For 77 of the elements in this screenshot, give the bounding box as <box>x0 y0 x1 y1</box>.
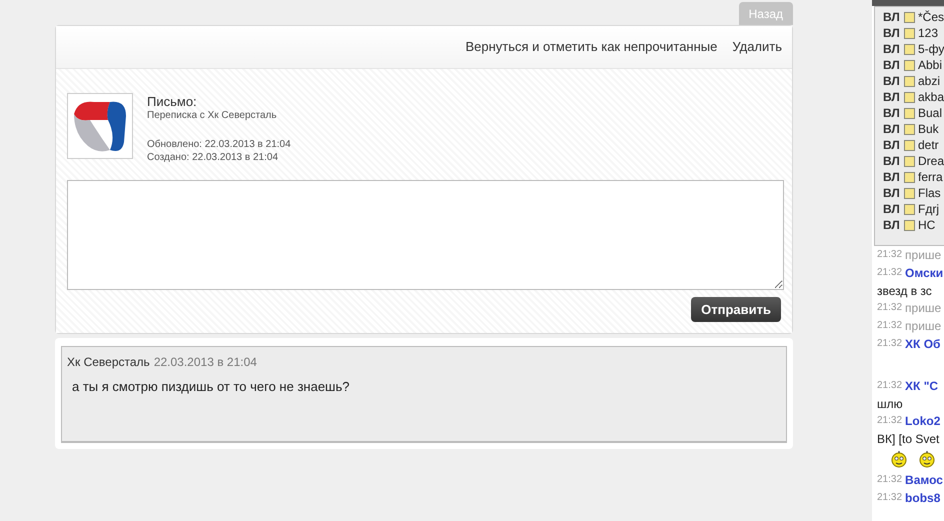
user-prefix: ВЛ <box>883 89 901 106</box>
user-name[interactable]: 5-фу <box>918 40 944 58</box>
chat-time: 21:32 <box>877 379 902 393</box>
note-icon <box>904 188 915 198</box>
message-date: 22.03.2013 в 21:04 <box>154 354 257 371</box>
chat-time: 21:32 <box>877 473 902 487</box>
chat-time: 21:32 <box>877 414 902 428</box>
chat-message: звезд в зс <box>877 282 932 300</box>
user-prefix: ВЛ <box>883 185 901 202</box>
chat-message: ВК] [to Svet <box>877 430 940 448</box>
user-name[interactable]: Drea <box>918 152 944 170</box>
note-icon <box>904 12 915 22</box>
message-text: а ты я смотрю пиздишь от то чего не знаешь? <box>72 378 350 396</box>
chat-time: 21:32 <box>877 266 902 280</box>
note-icon <box>904 156 915 166</box>
letter-title: Письмо: <box>147 94 198 109</box>
user-name[interactable]: Buk <box>918 120 939 138</box>
smiley-icon <box>919 450 935 468</box>
updated-date: Обновлено: 22.03.2013 в 21:04 <box>147 138 291 151</box>
user-prefix: ВЛ <box>883 153 901 170</box>
note-icon <box>904 124 915 134</box>
user-name[interactable]: ferra <box>918 168 943 186</box>
user-prefix: ВЛ <box>883 137 901 154</box>
user-name[interactable]: Bual <box>918 104 942 122</box>
chat-user[interactable]: Омски <box>905 264 944 282</box>
chat-time: 21:32 <box>877 319 902 333</box>
user-prefix: ВЛ <box>883 169 901 186</box>
note-icon <box>904 60 915 70</box>
chat-user[interactable]: ХК "С <box>905 376 938 394</box>
user-name[interactable]: detr <box>918 136 939 154</box>
chat-user[interactable]: ХК Об <box>905 334 940 352</box>
chat-notice: прише <box>905 246 942 264</box>
chat-notice: прише <box>905 300 942 316</box>
user-prefix: ВЛ <box>883 41 901 58</box>
chat-message: шлю <box>877 396 903 412</box>
note-icon <box>904 108 915 118</box>
user-prefix: ВЛ <box>883 121 901 138</box>
smiley-icon <box>891 450 907 468</box>
send-button[interactable]: Отправить <box>691 297 781 322</box>
note-icon <box>904 76 915 86</box>
note-icon <box>904 28 915 38</box>
user-name[interactable]: 123 <box>918 24 938 42</box>
user-prefix: ВЛ <box>883 73 901 90</box>
user-prefix: ВЛ <box>883 217 901 234</box>
chat-time: 21:32 <box>877 491 902 505</box>
chat-time: 21:32 <box>877 337 902 351</box>
created-date: Создано: 22.03.2013 в 21:04 <box>147 151 280 164</box>
chat-time: 21:32 <box>877 248 902 262</box>
note-icon <box>904 220 915 230</box>
note-icon <box>904 44 915 54</box>
note-icon <box>904 172 915 182</box>
user-name[interactable]: Abbi <box>918 56 942 74</box>
user-name[interactable]: Fдrj <box>918 200 939 218</box>
user-prefix: ВЛ <box>883 9 901 26</box>
toolbar-link[interactable]: Вернуться и отметить как непрочитанные <box>465 37 718 57</box>
user-prefix: ВЛ <box>883 57 901 74</box>
user-prefix: ВЛ <box>883 201 901 218</box>
user-name[interactable]: *Čes <box>918 8 944 26</box>
note-icon <box>904 204 915 214</box>
scrollbar <box>872 0 944 6</box>
user-name[interactable]: HC <box>918 216 936 234</box>
chat-notice: прише <box>905 318 942 334</box>
user-prefix: ВЛ <box>883 25 901 42</box>
toolbar-link[interactable]: Удалить <box>732 37 782 57</box>
user-prefix: ВЛ <box>883 105 901 122</box>
chat-user[interactable]: Вамос <box>905 470 943 488</box>
note-icon <box>904 92 915 102</box>
note-icon <box>904 140 915 150</box>
chat-user[interactable]: Loko2 <box>905 412 940 430</box>
reply-textarea[interactable] <box>67 180 784 290</box>
user-name[interactable]: akba <box>918 88 944 106</box>
chat-user[interactable]: bobs8 <box>905 488 940 506</box>
letter-subtitle: Переписка с Хк Северсталь <box>147 109 278 122</box>
user-name[interactable]: abzi <box>918 72 940 90</box>
user-name[interactable]: Flas <box>918 184 941 202</box>
message-author: Хк Северсталь <box>67 354 150 371</box>
chat-time: 21:32 <box>877 301 902 315</box>
